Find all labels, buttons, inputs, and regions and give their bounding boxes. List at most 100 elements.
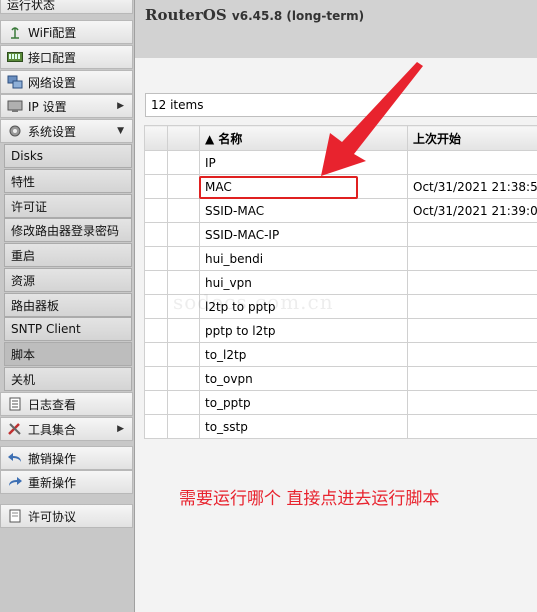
sidebar-item-wifi[interactable]: WiFi配置	[0, 20, 133, 44]
script-name[interactable]: pptp to l2tp	[199, 318, 408, 343]
script-last-started	[407, 366, 537, 391]
table-row[interactable]: hui_bendi	[144, 246, 537, 271]
antenna-icon	[7, 25, 23, 39]
script-name[interactable]: to_l2tp	[199, 342, 408, 367]
table-row[interactable]: to_pptp	[144, 390, 537, 415]
script-name[interactable]: SSID-MAC	[199, 198, 408, 223]
script-last-started	[407, 222, 537, 247]
sidebar-item-redo[interactable]: 重新操作	[0, 470, 133, 494]
sub-item-reboot[interactable]: 重启	[4, 243, 132, 267]
script-last-started: Oct/31/2021 21:39:0	[407, 198, 537, 223]
table-row[interactable]: SSID-MAC Oct/31/2021 21:39:0	[144, 198, 537, 223]
watermark: sodocs.com.cn	[173, 290, 334, 314]
table-row[interactable]: to_ovpn	[144, 366, 537, 391]
sub-item-label: SNTP Client	[11, 322, 81, 336]
sidebar-item-status[interactable]: 运行状态	[0, 0, 133, 14]
script-name[interactable]: to_sstp	[199, 414, 408, 439]
sidebar-item-system[interactable]: 系统设置 ▼	[0, 119, 133, 143]
script-last-started: Oct/31/2021 21:38:5	[407, 174, 537, 199]
annotation-text: 需要运行哪个 直接点进去运行脚本	[179, 489, 440, 509]
sidebar-item-label: 撤销操作	[28, 451, 77, 466]
network-icon	[7, 75, 23, 89]
log-icon	[7, 397, 23, 411]
app-title: RouterOS v6.45.8 (long-term)	[145, 6, 364, 24]
chevron-down-icon: ▼	[117, 126, 124, 136]
undo-icon	[7, 451, 23, 465]
sidebar-item-log[interactable]: 日志查看	[0, 392, 133, 416]
sidebar-item-label: 系统设置	[28, 124, 77, 139]
item-count: 12 items	[151, 98, 204, 112]
item-count-bar: 12 items	[145, 93, 537, 117]
sub-item-shutdown[interactable]: 关机	[4, 367, 132, 391]
script-last-started	[407, 390, 537, 415]
sub-item-label: Disks	[11, 149, 44, 163]
sub-item-routerboard[interactable]: 路由器板	[4, 293, 132, 317]
sub-item-label: 重启	[11, 248, 36, 263]
sub-item-scripts[interactable]: 脚本	[4, 342, 132, 366]
chevron-right-icon: ▶	[117, 101, 124, 111]
script-last-started	[407, 150, 537, 175]
sidebar-item-license-agreement[interactable]: 许可协议	[0, 504, 133, 528]
column-header-select[interactable]	[144, 125, 168, 151]
sub-item-license[interactable]: 许可证	[4, 194, 132, 218]
script-table: ▲ 名称 上次开始 IP MAC Oct/31/2021 21:38:5 SSID…	[144, 125, 537, 439]
table-row[interactable]: pptp to l2tp	[144, 318, 537, 343]
license-icon	[7, 509, 23, 523]
script-last-started	[407, 294, 537, 319]
column-header-name[interactable]: ▲ 名称	[199, 125, 408, 151]
column-header-last-started[interactable]: 上次开始	[407, 125, 537, 151]
table-row[interactable]: to_l2tp	[144, 342, 537, 367]
sidebar-item-tools[interactable]: 工具集合 ▶	[0, 417, 133, 441]
tools-icon	[7, 422, 23, 436]
chevron-right-icon: ▶	[117, 424, 124, 434]
sidebar-item-interfaces[interactable]: 接口配置	[0, 45, 133, 69]
redo-icon	[7, 475, 23, 489]
table-row[interactable]: IP	[144, 150, 537, 175]
header: RouterOS v6.45.8 (long-term)	[135, 0, 537, 58]
sidebar-item-label: 日志查看	[28, 397, 77, 412]
product-name: RouterOS	[145, 6, 227, 24]
table-row[interactable]: SSID-MAC-IP	[144, 222, 537, 247]
sub-item-label: 路由器板	[11, 298, 60, 313]
sub-item-label: 修改路由器登录密码	[11, 223, 120, 238]
script-last-started	[407, 414, 537, 439]
script-last-started	[407, 318, 537, 343]
sub-item-label: 特性	[11, 174, 36, 189]
sub-item-label: 许可证	[11, 199, 48, 214]
sidebar: 运行状态 WiFi配置 接口配置 网络设置 IP 设置 ▶ 系统设置 ▼ Dis…	[0, 0, 135, 612]
script-name[interactable]: SSID-MAC-IP	[199, 222, 408, 247]
sidebar-item-label: 接口配置	[28, 50, 77, 65]
script-last-started	[407, 342, 537, 367]
version-label: v6.45.8 (long-term)	[231, 9, 365, 23]
main-content: 12 items ▲ 名称 上次开始 IP MAC Oct/31/2021 21:…	[135, 58, 537, 612]
script-name[interactable]: hui_bendi	[199, 246, 408, 271]
sidebar-item-label: 运行状态	[7, 0, 56, 12]
sidebar-item-undo[interactable]: 撤销操作	[0, 446, 133, 470]
ip-icon	[7, 99, 23, 113]
sub-item-label: 资源	[11, 273, 36, 288]
sub-item-label: 脚本	[11, 347, 36, 362]
sub-item-sntp-client[interactable]: SNTP Client	[4, 317, 132, 341]
sub-item-label: 关机	[11, 372, 36, 387]
column-header-flags[interactable]	[167, 125, 200, 151]
sidebar-item-network[interactable]: 网络设置	[0, 70, 133, 94]
sidebar-item-label: WiFi配置	[28, 25, 77, 40]
sub-item-disks[interactable]: Disks	[4, 144, 132, 168]
sidebar-item-label: 网络设置	[28, 75, 77, 90]
script-last-started	[407, 270, 537, 295]
sub-item-resources[interactable]: 资源	[4, 268, 132, 292]
sub-item-password[interactable]: 修改路由器登录密码	[4, 218, 132, 242]
sub-item-features[interactable]: 特性	[4, 169, 132, 193]
script-name[interactable]: to_pptp	[199, 390, 408, 415]
table-row[interactable]: to_sstp	[144, 414, 537, 439]
script-name[interactable]: IP	[199, 150, 408, 175]
sidebar-item-label: 工具集合	[28, 422, 77, 437]
table-header-row: ▲ 名称 上次开始	[144, 125, 537, 151]
sidebar-item-label: 许可协议	[28, 509, 77, 524]
script-name[interactable]: to_ovpn	[199, 366, 408, 391]
sidebar-item-label: 重新操作	[28, 475, 77, 490]
gear-icon	[7, 124, 23, 138]
sidebar-item-ip[interactable]: IP 设置 ▶	[0, 94, 133, 118]
highlight-box	[199, 176, 358, 199]
interface-icon	[7, 50, 23, 64]
